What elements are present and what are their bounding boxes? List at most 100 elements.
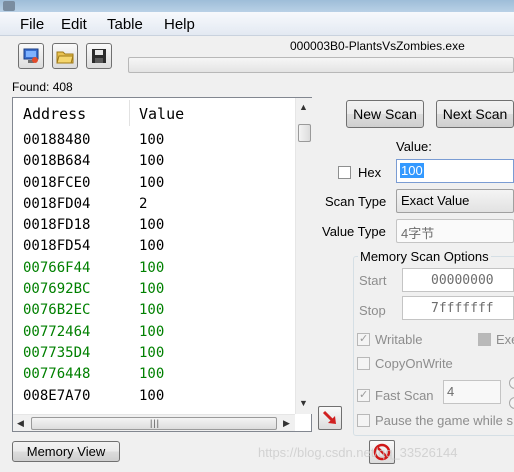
fastscan-label: Fast Scan (375, 388, 434, 403)
row-address: 008E7A70 (23, 387, 91, 404)
value-input[interactable]: 100 (396, 159, 514, 183)
row-address: 0018FD18 (23, 217, 91, 234)
scan-type-label: Scan Type (325, 194, 387, 209)
fastscan-checkbox[interactable]: ✓ (357, 389, 370, 402)
row-address: 00776448 (23, 366, 91, 383)
row-value: 100 (139, 238, 165, 255)
vertical-scroll-thumb[interactable] (298, 124, 311, 142)
executable-checkbox[interactable] (478, 333, 491, 346)
row-address: 0076B2EC (23, 302, 91, 319)
scan-type-value: Exact Value (401, 193, 470, 208)
found-count: Found: 408 (12, 80, 73, 94)
stop-address-input[interactable]: 7fffffff (402, 296, 514, 320)
menu-bar: File Edit Table Help (0, 12, 514, 36)
row-address: 00772464 (23, 323, 91, 340)
checkmark-icon: ✓ (359, 333, 369, 345)
row-value: 100 (139, 153, 165, 170)
process-name: 000003B0-PlantsVsZombies.exe (290, 39, 465, 53)
value-type-label: Value Type (322, 224, 386, 239)
vertical-scrollbar[interactable]: ▲ ▼ (295, 98, 312, 414)
row-value: 100 (139, 259, 165, 276)
next-scan-button[interactable]: Next Scan (436, 100, 514, 128)
checkmark-icon: ✓ (359, 389, 369, 401)
results-rows: 00188480 100 0018B684 100 0018FCE0 100 0018FD0… (13, 130, 295, 407)
executable-label: Exe (496, 332, 514, 347)
pause-game-checkbox[interactable] (357, 414, 370, 427)
scan-type-select[interactable]: Exact Value (396, 189, 514, 213)
menu-help[interactable]: Help (164, 16, 195, 33)
table-row[interactable]: 007735D4 100 (13, 343, 295, 364)
table-row[interactable]: 0018FCE0 100 (13, 173, 295, 194)
menu-table[interactable]: Table (107, 16, 143, 33)
table-row[interactable]: 00766F44 100 (13, 258, 295, 279)
table-row[interactable]: 0076B2EC 100 (13, 300, 295, 321)
scan-progress-bar (128, 57, 514, 73)
menu-edit[interactable]: Edit (61, 16, 87, 33)
memory-scan-options-title: Memory Scan Options (358, 249, 491, 264)
scroll-right-icon[interactable]: ▶ (283, 418, 290, 429)
table-row[interactable]: 0018FD04 2 (13, 194, 295, 215)
row-value: 100 (139, 132, 165, 148)
table-row[interactable]: 008E7A70 100 (13, 386, 295, 407)
save-file-button[interactable] (86, 43, 112, 69)
value-label: Value: (396, 139, 432, 154)
scroll-up-icon[interactable]: ▲ (299, 102, 308, 112)
value-type-value: 4字节 (401, 226, 435, 241)
copyonwrite-label: CopyOnWrite (375, 356, 453, 371)
column-divider (129, 100, 130, 126)
column-value[interactable]: Value (139, 105, 184, 123)
table-row[interactable]: 0018FD18 100 (13, 215, 295, 236)
table-row[interactable]: 007692BC 100 (13, 279, 295, 300)
last-digits-radio[interactable] (509, 397, 514, 409)
watermark: https://blog.csdn.net/qq_33526144 (258, 445, 458, 460)
results-list[interactable]: Address Value 00188480 100 0018B684 100 0018… (12, 97, 312, 432)
row-address: 007735D4 (23, 344, 91, 361)
alignment-radio[interactable] (509, 377, 514, 389)
writable-checkbox[interactable]: ✓ (357, 333, 370, 346)
window-title-bar (0, 0, 514, 12)
hex-label: Hex (358, 165, 382, 180)
row-value: 2 (139, 195, 148, 212)
table-row[interactable]: 0018B684 100 (13, 151, 295, 172)
row-value: 100 (139, 387, 165, 404)
start-label: Start (359, 273, 387, 288)
open-file-button[interactable] (52, 43, 78, 69)
row-value: 100 (139, 217, 165, 234)
value-input-text: 100 (400, 163, 424, 178)
row-value: 100 (139, 302, 165, 319)
app-icon (3, 1, 15, 11)
stop-label: Stop (359, 303, 386, 318)
hex-checkbox[interactable] (338, 166, 351, 179)
row-value: 100 (139, 366, 165, 383)
row-address: 0018FD54 (23, 238, 91, 255)
row-address: 0018FD04 (23, 195, 91, 212)
row-address: 007692BC (23, 281, 91, 298)
copyonwrite-checkbox[interactable] (357, 357, 370, 370)
table-row[interactable]: 00188480 100 (13, 130, 295, 151)
table-row[interactable]: 00772464 100 (13, 322, 295, 343)
row-value: 100 (139, 281, 165, 298)
row-address: 0018FCE0 (23, 174, 91, 191)
row-value: 100 (139, 174, 165, 191)
value-type-select[interactable]: 4字节 (396, 219, 514, 243)
row-value: 100 (139, 323, 165, 340)
select-process-button[interactable] (18, 43, 44, 69)
row-value: 100 (139, 344, 165, 361)
column-address[interactable]: Address (23, 105, 86, 123)
fastscan-alignment-input[interactable]: 4 (443, 380, 501, 404)
scroll-left-icon[interactable]: ◀ (17, 418, 24, 429)
start-address-input[interactable]: 00000000 (402, 268, 514, 292)
list-header: Address Value (13, 98, 295, 128)
horizontal-scroll-thumb[interactable]: ||| (31, 417, 277, 430)
row-address: 00766F44 (23, 259, 91, 276)
horizontal-scrollbar[interactable]: ◀ ||| ▶ (13, 414, 295, 431)
table-row[interactable]: 0018FD54 100 (13, 236, 295, 257)
grip-icon: ||| (150, 418, 161, 428)
scroll-down-icon[interactable]: ▼ (299, 398, 308, 408)
row-address: 0018B684 (23, 153, 91, 170)
add-to-address-list-button[interactable] (318, 406, 342, 430)
new-scan-button[interactable]: New Scan (346, 100, 424, 128)
table-row[interactable]: 00776448 100 (13, 364, 295, 385)
memory-view-button[interactable]: Memory View (12, 441, 120, 462)
menu-file[interactable]: File (20, 16, 44, 33)
